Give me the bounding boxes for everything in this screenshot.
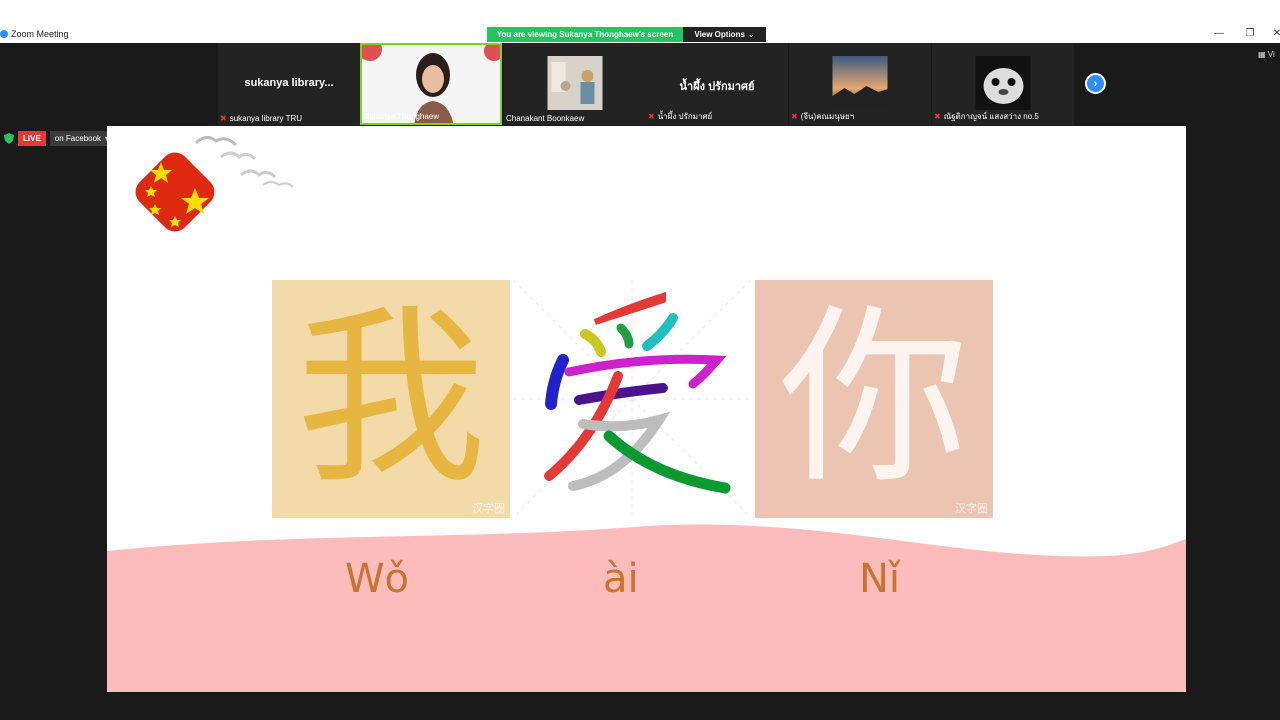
watermark-logo: 汉字圈 — [472, 502, 505, 515]
top-bar-spacer — [0, 0, 1280, 26]
participant-tile[interactable]: ✖ ณัฐติกาญจน์ แสงสว่าง no.5 — [932, 43, 1074, 125]
participant-name-display: sukanya library... — [244, 77, 334, 89]
close-button[interactable]: ✕ — [1270, 28, 1280, 39]
participant-label: ✖ ณัฐติกาญจน์ แสงสว่าง no.5 — [934, 110, 1039, 123]
participant-name-display: น้ำผึ้ง ปรักมาศย์ — [679, 81, 755, 93]
character-card-wo: 我 汉字圈 — [272, 280, 510, 518]
stroke-order-diagram — [513, 280, 751, 518]
live-platform-button[interactable]: on Facebook ▾ — [49, 131, 115, 146]
pinyin-ai: ài — [603, 556, 639, 602]
participant-name: (จีน)คณมนุษยฯ — [800, 112, 855, 121]
mic-muted-icon: ✖ — [648, 112, 655, 121]
chevron-down-icon: ⌄ — [747, 30, 755, 39]
view-label: Vi — [1267, 50, 1275, 59]
minimize-button[interactable]: — — [1212, 28, 1226, 39]
participant-video — [547, 56, 603, 110]
shield-icon — [4, 133, 14, 144]
participant-label: ✖ (จีน)คณมนุษยฯ — [791, 110, 854, 123]
next-page-button[interactable]: › — [1085, 73, 1106, 94]
restore-button[interactable]: ❐ — [1243, 28, 1257, 39]
participant-tile[interactable]: ✖ (จีน)คณมนุษยฯ — [789, 43, 931, 125]
participant-video — [832, 56, 888, 110]
participant-name: น้ำผึ้ง ปรักมาศย์ — [657, 112, 713, 121]
mic-muted-icon: ✖ — [791, 112, 798, 121]
screen-share-banner: You are viewing Sukanya Thonghaew's scre… — [487, 27, 683, 42]
pinyin-ni: Nǐ — [859, 556, 901, 602]
app-title: Zoom Meeting — [0, 29, 69, 39]
birds-decoration — [194, 136, 294, 188]
pinyin-wo: Wǒ — [345, 556, 410, 602]
participant-label: Sukanya Thonghaew — [364, 112, 439, 121]
participant-name: ณัฐติกาญจน์ แสงสว่าง no.5 — [943, 112, 1039, 121]
participant-name: Chanakant Boonkaew — [506, 114, 585, 123]
view-options-label: View Options — [694, 30, 745, 39]
chevron-right-icon: › — [1093, 77, 1098, 90]
participant-name: Sukanya Thonghaew — [364, 112, 440, 121]
character-ni: 你 — [778, 288, 969, 509]
participant-tile[interactable]: sukanya library... ✖ sukanya library TRU — [218, 43, 360, 125]
live-platform-label: on Facebook — [54, 134, 102, 143]
participant-label: ✖ sukanya library TRU — [220, 114, 302, 123]
character-card-ai — [513, 280, 751, 518]
mic-muted-icon: ✖ — [220, 114, 227, 123]
participant-tile[interactable]: Chanakant Boonkaew — [504, 43, 646, 125]
participant-label: ✖ น้ำผึ้ง ปรักมาศย์ — [648, 110, 712, 123]
participant-name: sukanya library TRU — [229, 114, 303, 123]
watermark-logo: 汉字圈 — [955, 502, 988, 515]
live-badge: LIVE — [18, 131, 46, 146]
participant-video — [975, 56, 1031, 110]
character-card-ni: 你 汉字圈 — [755, 280, 993, 518]
participant-tile[interactable]: น้ำผึ้ง ปรักมาศย์ ✖ น้ำผึ้ง ปรักมาศย์ — [646, 43, 788, 125]
wave-background — [107, 524, 1186, 692]
grid-icon: ▦ — [1258, 50, 1266, 59]
participant-tile-active[interactable]: Sukanya Thonghaew — [360, 43, 502, 125]
live-stream-indicator: LIVE on Facebook ▾ — [4, 131, 115, 146]
mic-muted-icon: ✖ — [934, 112, 941, 121]
view-options-button[interactable]: View Options ⌄ — [683, 27, 766, 42]
shared-screen-slide: 我 汉字圈 你 汉字圈 Wǒ ài Nǐ — [107, 126, 1186, 692]
window-title: Zoom Meeting — [11, 29, 69, 39]
zoom-logo-icon — [0, 30, 8, 38]
character-wo: 我 — [295, 288, 486, 509]
participant-label: Chanakant Boonkaew — [506, 114, 584, 123]
view-button[interactable]: ▦ Vi — [1258, 50, 1275, 59]
